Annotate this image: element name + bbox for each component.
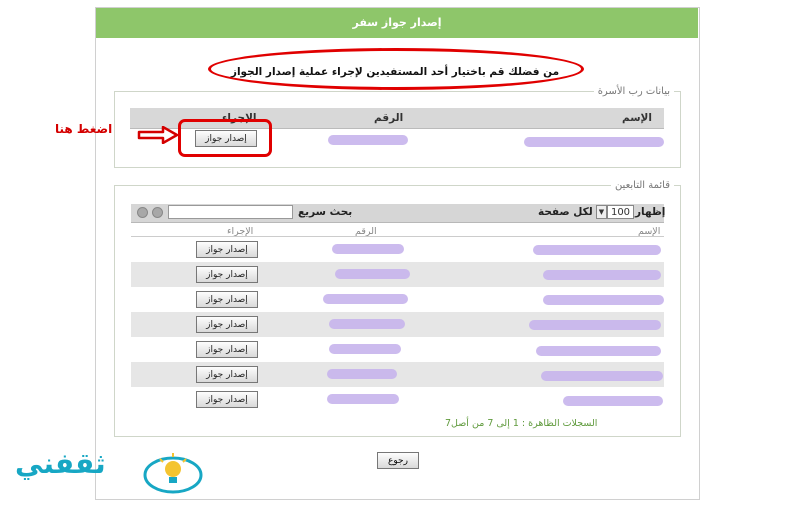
quick-search-input[interactable] [168,205,293,219]
quick-search-label: بحث سريع [298,206,353,218]
redacted-number [329,344,401,354]
highlight-oval-instruction [208,48,584,90]
redacted-name [563,396,663,406]
redacted-number [327,394,399,404]
family-head-legend: بيانات رب الأسرة [597,86,670,97]
records-count: السجلات الظاهرة : 1 إلى 7 من أصل7 [445,418,598,429]
table-row: إصدار جواز [131,337,664,362]
table-row: إصدار جواز [131,287,664,312]
issue-passport-button[interactable]: إصدار جواز [196,316,258,333]
show-label: إظهار [635,206,666,218]
press-here-annotation: اضغط هنا [55,122,113,136]
chevron-down-icon[interactable]: ▼ [596,205,607,219]
arrow-right-icon [137,126,179,144]
dependents-legend: قائمة التابعين [614,180,670,191]
redacted-name [543,270,661,280]
issue-passport-button[interactable]: إصدار جواز [196,391,258,408]
col-header-name: الإسم [622,112,652,124]
table-row: إصدار جواز [131,237,664,262]
highlight-box-button [178,119,272,157]
redacted-name [524,137,664,147]
back-button[interactable]: رجوع [377,452,419,469]
collapse-icon[interactable] [137,207,148,218]
issue-passport-button[interactable]: إصدار جواز [196,241,258,258]
col-header-number: الرقم [374,112,404,124]
redacted-name [536,346,661,356]
redacted-number [323,294,408,304]
redacted-name [533,245,661,255]
redacted-number [328,135,408,145]
redacted-name [541,371,663,381]
redacted-number [329,319,405,329]
window-title: إصدار جواز سفر [96,8,698,38]
table-row: إصدار جواز [131,387,664,412]
issue-passport-button[interactable]: إصدار جواز [196,266,258,283]
table-row: إصدار جواز [131,362,664,387]
page-size-select[interactable]: 100 [607,205,634,219]
site-logo-text: ثقفني [15,447,106,480]
table-row: إصدار جواز [131,262,664,287]
redacted-number [335,269,410,279]
redacted-name [529,320,661,330]
redacted-name [543,295,664,305]
redacted-number [332,244,404,254]
per-page-label: لكل صفحة [538,206,593,218]
issue-passport-button[interactable]: إصدار جواز [196,366,258,383]
issue-passport-button[interactable]: إصدار جواز [196,341,258,358]
table-row: إصدار جواز [131,312,664,337]
issue-passport-button[interactable]: إصدار جواز [196,291,258,308]
lightbulb-cloud-icon [143,453,203,494]
close-icon[interactable] [152,207,163,218]
redacted-number [327,369,397,379]
